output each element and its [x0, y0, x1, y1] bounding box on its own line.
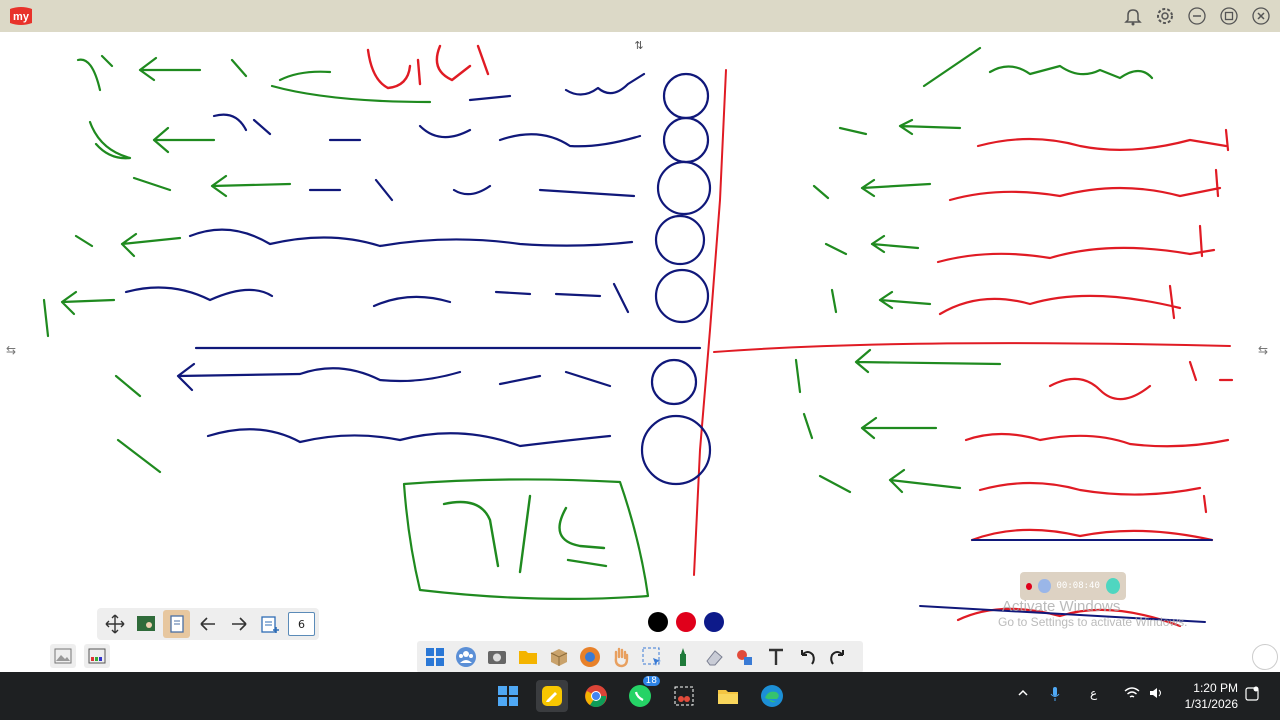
hand-icon[interactable] [607, 643, 635, 671]
wifi-icon[interactable] [1124, 686, 1140, 703]
eraser-icon[interactable] [700, 643, 728, 671]
close-icon[interactable] [1250, 5, 1272, 27]
select-icon[interactable] [638, 643, 666, 671]
app-logo: my [6, 5, 36, 27]
restore-icon[interactable] [1218, 5, 1240, 27]
volume-icon[interactable] [1148, 686, 1164, 703]
screen-recorder: 00:08:40 [1020, 572, 1126, 600]
bell-icon[interactable] [1122, 5, 1144, 27]
box-icon[interactable] [545, 643, 573, 671]
recording-timer: 00:08:40 [1056, 581, 1100, 591]
screenshot-icon[interactable] [483, 643, 511, 671]
language-indicator[interactable]: ع [1090, 686, 1097, 700]
forward-arrow-icon[interactable] [226, 610, 253, 638]
corner-app-icon[interactable] [1252, 644, 1278, 670]
svg-text:my: my [13, 11, 30, 23]
redo-icon[interactable] [824, 643, 852, 671]
chrome-icon[interactable] [580, 680, 612, 712]
clock-time: 1:20 PM [1193, 681, 1238, 695]
minimize-icon[interactable] [1186, 5, 1208, 27]
activation-watermark: Activate Windows Go to Settings to activ… [998, 598, 1187, 629]
marker-icon[interactable] [669, 643, 697, 671]
gear-icon[interactable] [1154, 5, 1176, 27]
board-icon[interactable] [132, 610, 159, 638]
shapes-icon[interactable] [731, 643, 759, 671]
watermark-title: Activate Windows [1002, 598, 1121, 615]
notification-badge: 18 [642, 676, 660, 686]
back-arrow-icon[interactable] [194, 610, 221, 638]
image-icon[interactable] [50, 644, 76, 668]
watermark-subtitle: Go to Settings to activate Windows. [998, 615, 1188, 629]
taskbar-clock[interactable]: 1:20 PM 1/31/2026 [1185, 680, 1238, 712]
add-page-icon[interactable] [257, 610, 284, 638]
microphone-icon[interactable] [1048, 686, 1062, 705]
app-titlebar: my [0, 0, 1280, 32]
gallery-icon[interactable] [84, 644, 110, 668]
windows-icon[interactable] [421, 643, 449, 671]
start-icon[interactable] [492, 680, 524, 712]
notifications-icon[interactable] [1244, 686, 1260, 705]
whatsapp-icon[interactable]: 18 [624, 676, 660, 712]
file-explorer-icon[interactable] [712, 680, 744, 712]
left-swap-icon[interactable]: ⇆ [6, 343, 24, 357]
chevron-up-icon[interactable] [1016, 686, 1030, 703]
pen-color-palette [648, 612, 724, 632]
black-pen-color[interactable] [648, 612, 668, 632]
browser-icon[interactable] [576, 643, 604, 671]
page-number-badge[interactable]: 6 [287, 612, 316, 636]
red-pen-color[interactable] [676, 612, 696, 632]
snipping-tool-icon[interactable] [668, 680, 700, 712]
stop-icon[interactable] [1105, 578, 1120, 594]
record-dot-icon[interactable] [1026, 582, 1033, 590]
clock-date: 1/31/2026 [1184, 697, 1238, 711]
text-icon[interactable] [762, 643, 790, 671]
sort-handle-icon[interactable]: ⇅ [630, 36, 648, 54]
pause-icon[interactable] [1038, 579, 1051, 593]
edge-icon[interactable] [756, 680, 788, 712]
board-toolbar: 6 [97, 608, 319, 640]
navy-pen-color[interactable] [704, 612, 724, 632]
move-icon[interactable] [101, 610, 128, 638]
whiteboard-app-icon[interactable] [536, 680, 568, 712]
document-icon[interactable] [163, 610, 191, 638]
folder-icon[interactable] [514, 643, 542, 671]
people-icon[interactable] [452, 643, 480, 671]
right-swap-icon[interactable]: ⇆ [1258, 343, 1276, 357]
drawing-toolbar [417, 641, 863, 673]
undo-icon[interactable] [793, 643, 821, 671]
windows-taskbar: 18 ع 1:20 PM 1/31/2026 [0, 672, 1280, 720]
